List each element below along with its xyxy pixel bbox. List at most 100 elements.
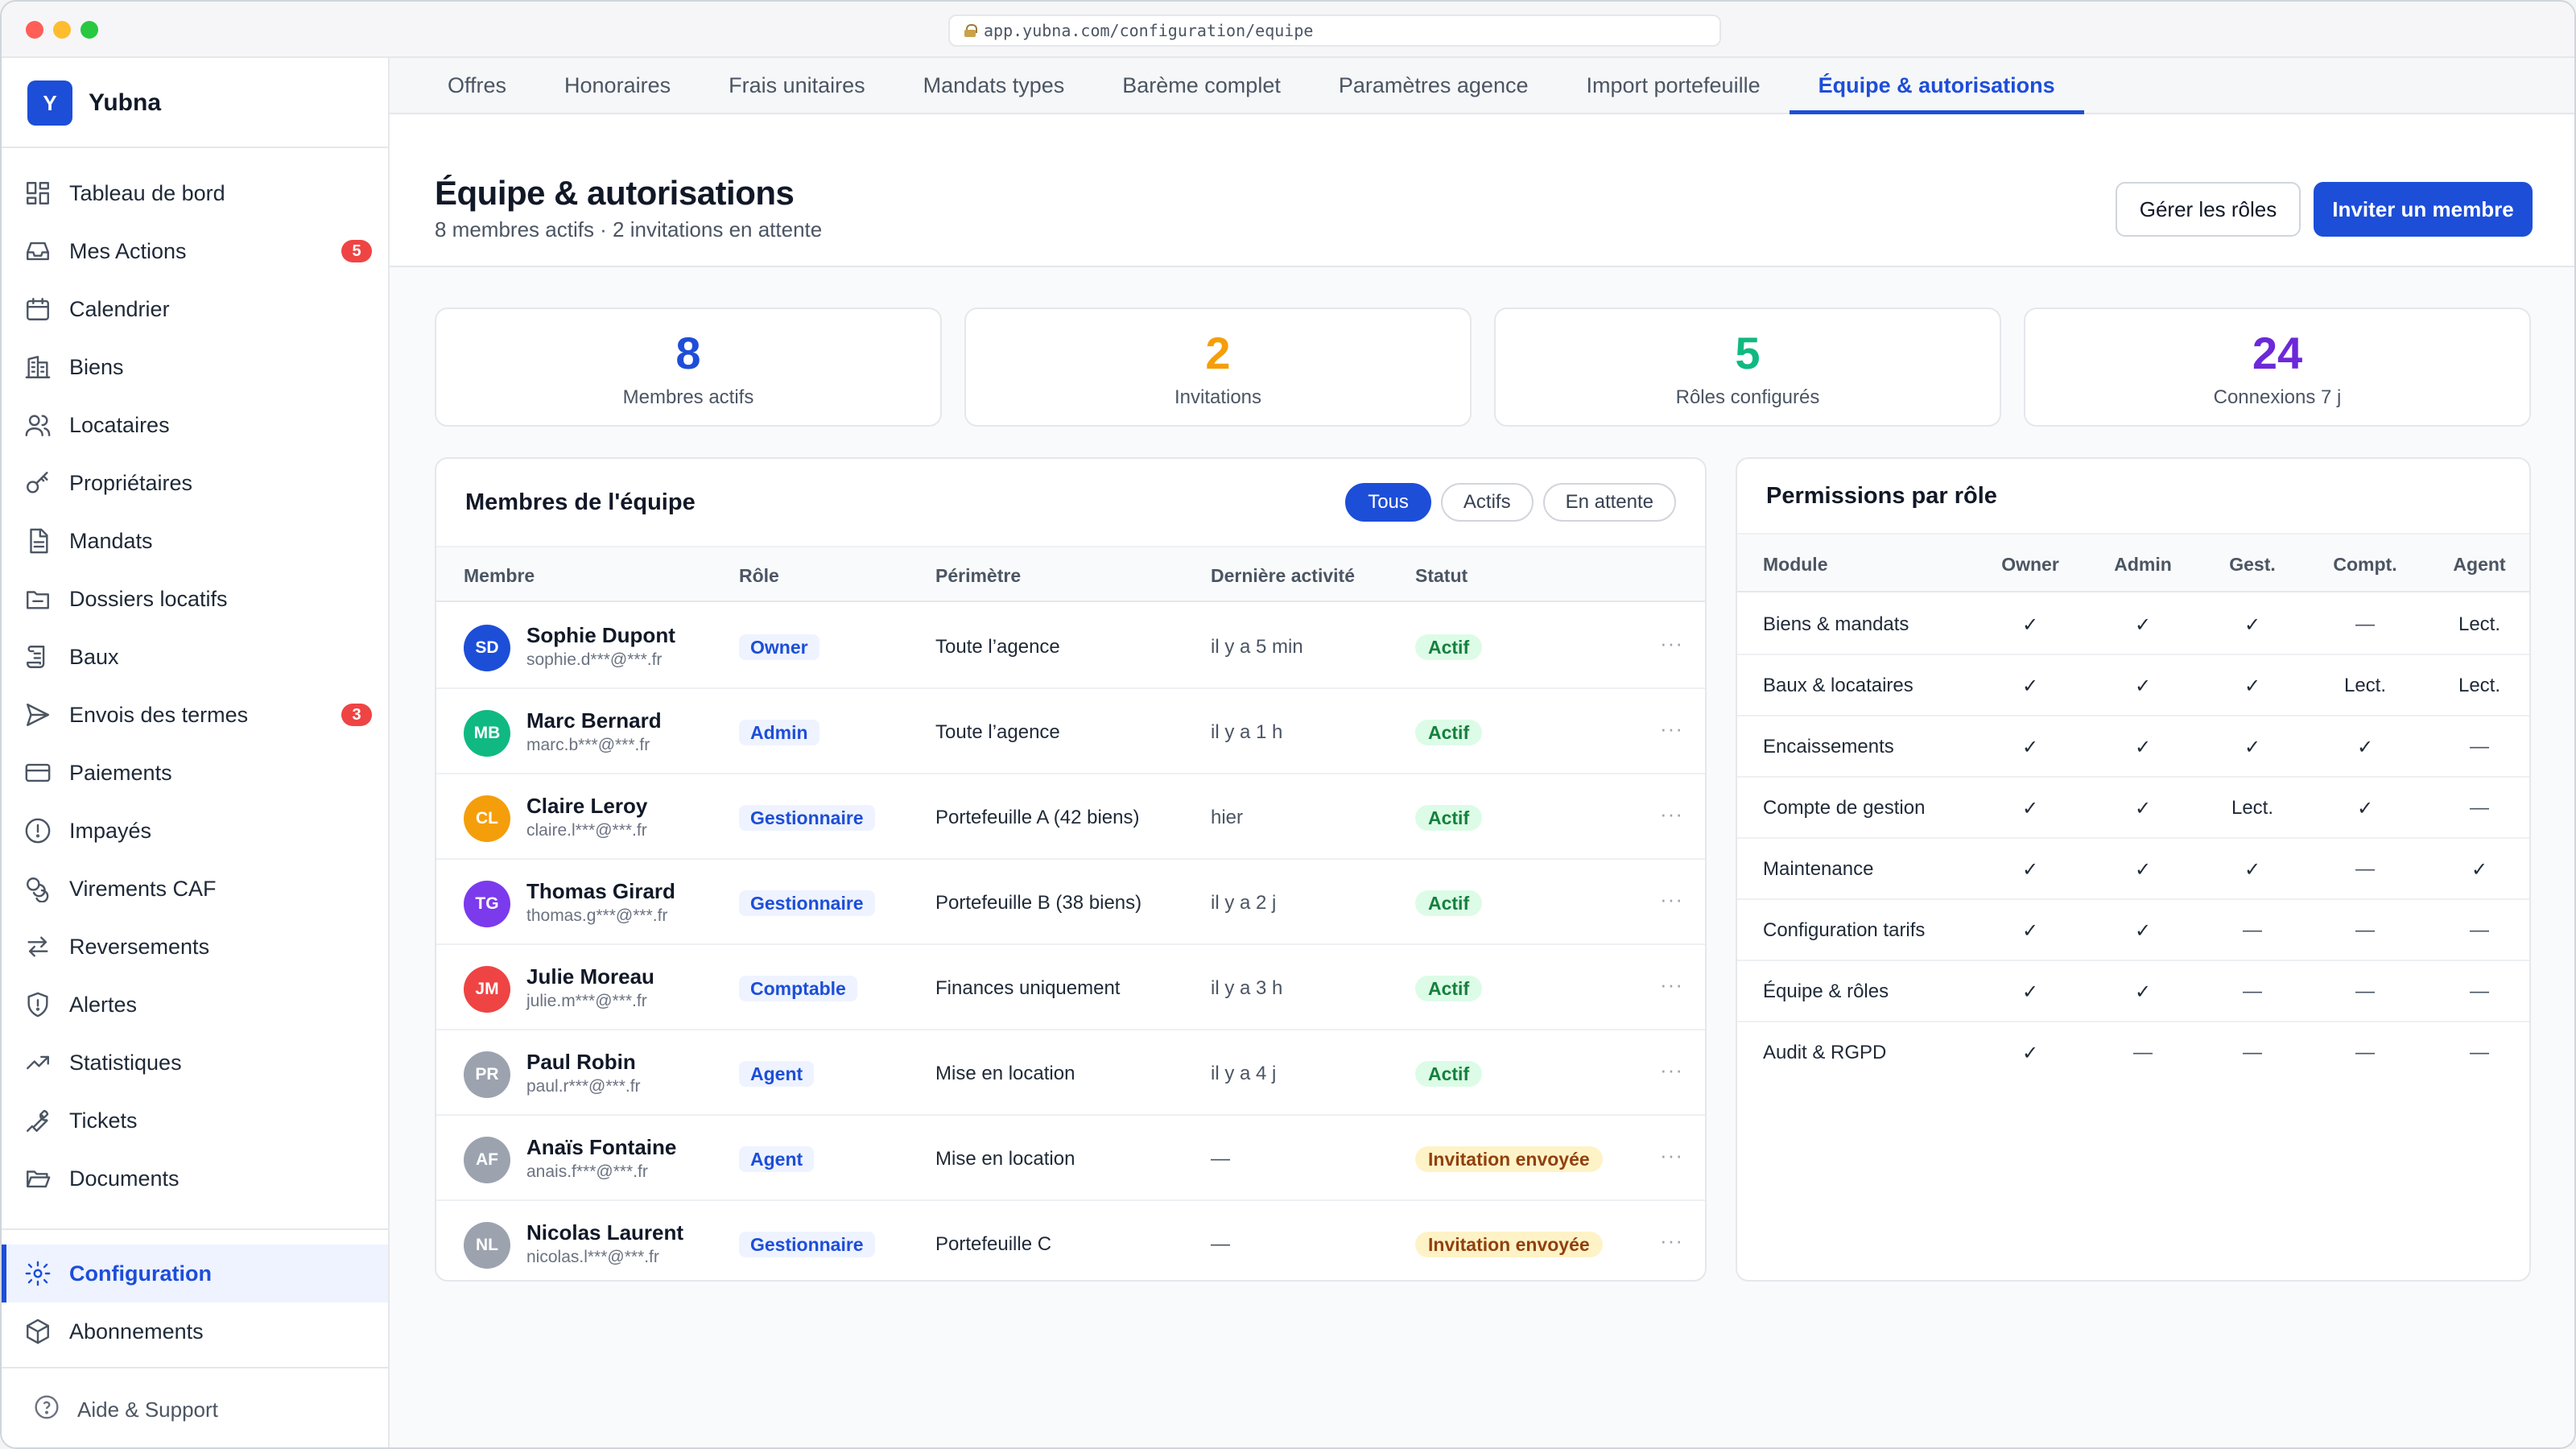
minimize-window-button[interactable]: [53, 21, 71, 39]
permission-cell: —: [2133, 1042, 2153, 1063]
sidebar-item-virements-caf[interactable]: Virements CAF: [2, 860, 388, 918]
brand[interactable]: Y Yubna: [27, 80, 161, 126]
more-actions-icon[interactable]: ···: [1660, 802, 1683, 827]
avatar: SD: [464, 625, 510, 671]
sidebar-item-baux[interactable]: Baux: [2, 628, 388, 686]
sidebar-item-alertes[interactable]: Alertes: [2, 976, 388, 1034]
sidebar-item-label: Mes Actions: [69, 238, 187, 263]
role-badge: Agent: [739, 1146, 815, 1172]
column-header[interactable]: Rôle: [739, 565, 779, 587]
address-bar[interactable]: app.yubna.com/configuration/equipe: [948, 14, 1721, 47]
sidebar-item-calendrier[interactable]: Calendrier: [2, 280, 388, 338]
browser-titlebar: app.yubna.com/configuration/equipe: [2, 2, 2574, 58]
filter-pill[interactable]: Tous: [1345, 483, 1431, 522]
member-scope: Toute l’agence: [935, 721, 1060, 743]
table-row[interactable]: PR Paul Robin paul.r***@***.fr Agent Mise en…: [436, 1030, 1705, 1116]
close-window-button[interactable]: [26, 21, 43, 39]
sidebar-item-mes-actions[interactable]: Mes Actions 5: [2, 222, 388, 280]
filter-pill[interactable]: En attente: [1542, 483, 1676, 522]
calendar-icon: [24, 295, 52, 323]
table-row[interactable]: JM Julie Moreau julie.m***@***.fr Comptable…: [436, 945, 1705, 1030]
tab-import-portefeuille[interactable]: Import portefeuille: [1557, 58, 1789, 113]
permission-module: Biens & mandats: [1763, 613, 1909, 635]
permission-module: Équipe & rôles: [1763, 980, 1889, 1002]
sidebar-item-abonnements[interactable]: Abonnements: [2, 1302, 388, 1360]
column-header: Admin: [2114, 554, 2172, 575]
tab-honoraires[interactable]: Honoraires: [535, 58, 700, 113]
maximize-window-button[interactable]: [80, 21, 98, 39]
permissions-card: Permissions par rôle Module Owner Admin …: [1736, 457, 2531, 1282]
permission-row: Maintenance ✓ ✓ ✓ — ✓: [1737, 839, 2529, 900]
more-actions-icon[interactable]: ···: [1660, 1058, 1683, 1083]
table-row[interactable]: TG Thomas Girard thomas.g***@***.fr Gestion…: [436, 860, 1705, 945]
folder-open-icon: [24, 1165, 52, 1192]
more-actions-icon[interactable]: ···: [1660, 716, 1683, 741]
avatar: NL: [464, 1222, 510, 1269]
member-name: Paul Robin: [526, 1050, 636, 1074]
tab-offres[interactable]: Offres: [419, 58, 535, 113]
sidebar-item-documents[interactable]: Documents: [2, 1150, 388, 1208]
permission-module: Compte de gestion: [1763, 797, 1926, 819]
more-actions-icon[interactable]: ···: [1660, 972, 1683, 997]
members-title: Membres de l'équipe: [465, 489, 696, 515]
sidebar-item-mandats[interactable]: Mandats: [2, 512, 388, 570]
permission-cell: —: [2243, 1042, 2262, 1063]
column-header[interactable]: Dernière activité: [1211, 565, 1355, 587]
sidebar-item-envois-des-termes[interactable]: Envois des termes 3: [2, 686, 388, 744]
table-row[interactable]: AF Anaïs Fontaine anais.f***@***.fr Agent Mi…: [436, 1116, 1705, 1201]
column-header: Compt.: [2333, 554, 2397, 575]
table-row[interactable]: MB Marc Bernard marc.b***@***.fr Admin Toute…: [436, 689, 1705, 774]
member-email: sophie.d***@***.fr: [526, 650, 663, 669]
column-header[interactable]: Statut: [1415, 565, 1468, 587]
sidebar-item-dossiers-locatifs[interactable]: Dossiers locatifs: [2, 570, 388, 628]
sidebar-item-biens[interactable]: Biens: [2, 338, 388, 396]
stat-card: 2 Invitations: [964, 308, 1472, 427]
member-scope: Portefeuille B (38 biens): [935, 892, 1142, 914]
stat-card: 8 Membres actifs: [435, 308, 942, 427]
sidebar-item-impayes[interactable]: Impayés: [2, 802, 388, 860]
more-actions-icon[interactable]: ···: [1660, 887, 1683, 912]
sidebar-item-statistiques[interactable]: Statistiques: [2, 1034, 388, 1092]
tab-bareme-complet[interactable]: Barème complet: [1093, 58, 1310, 113]
table-row[interactable]: NL Nicolas Laurent nicolas.l***@***.fr Gest…: [436, 1201, 1705, 1280]
sidebar-item-label: Tickets: [69, 1108, 138, 1133]
tab-frais-unitaires[interactable]: Frais unitaires: [700, 58, 894, 113]
tab-parametres-agence[interactable]: Paramètres agence: [1310, 58, 1558, 113]
more-actions-icon[interactable]: ···: [1660, 1143, 1683, 1168]
sidebar-item-label: Abonnements: [69, 1319, 204, 1344]
sidebar-item-configuration[interactable]: Configuration: [2, 1245, 388, 1302]
status-badge: Actif: [1415, 1061, 1483, 1087]
sidebar-item-paiements[interactable]: Paiements: [2, 744, 388, 802]
sidebar-item-locataires[interactable]: Locataires: [2, 396, 388, 454]
sidebar-item-tickets[interactable]: Tickets: [2, 1092, 388, 1150]
sidebar-divider: [2, 1228, 390, 1230]
help-support-link[interactable]: Aide & Support: [34, 1394, 218, 1426]
table-row[interactable]: SD Sophie Dupont sophie.d***@***.fr Owner To…: [436, 604, 1705, 689]
member-scope: Toute l’agence: [935, 636, 1060, 658]
column-header[interactable]: Périmètre: [935, 565, 1021, 587]
more-actions-icon[interactable]: ···: [1660, 1228, 1683, 1253]
sidebar-item-tableau-de-bord[interactable]: Tableau de bord: [2, 164, 388, 222]
member-name: Julie Moreau: [526, 964, 654, 989]
sidebar-item-reversements[interactable]: Reversements: [2, 918, 388, 976]
tab-equipe-autorisations[interactable]: Équipe & autorisations: [1789, 58, 2084, 114]
invite-member-button[interactable]: Inviter un membre: [2314, 182, 2533, 237]
column-header[interactable]: Membre: [464, 565, 535, 587]
app-window: app.yubna.com/configuration/equipe Y Yub…: [0, 0, 2576, 1449]
permission-cell: ✓: [2134, 614, 2152, 636]
permission-cell: ✓: [2021, 1042, 2039, 1064]
permission-cell: Lect.: [2231, 797, 2274, 819]
tab-mandats-types[interactable]: Mandats types: [894, 58, 1094, 113]
table-row[interactable]: CL Claire Leroy claire.l***@***.fr Gestionn…: [436, 774, 1705, 860]
member-email: nicolas.l***@***.fr: [526, 1248, 659, 1266]
filter-pill[interactable]: Actifs: [1440, 483, 1534, 522]
permission-row: Baux & locataires ✓ ✓ ✓ Lect. Lect.: [1737, 655, 2529, 716]
permission-cell: —: [2470, 736, 2489, 758]
manage-roles-button[interactable]: Gérer les rôles: [2116, 182, 2301, 237]
status-badge: Actif: [1415, 976, 1483, 1001]
role-badge: Admin: [739, 720, 819, 745]
sidebar-item-proprietaires[interactable]: Propriétaires: [2, 454, 388, 512]
permission-cell: —: [2470, 919, 2489, 941]
more-actions-icon[interactable]: ···: [1660, 631, 1683, 656]
building-icon: [24, 353, 52, 381]
